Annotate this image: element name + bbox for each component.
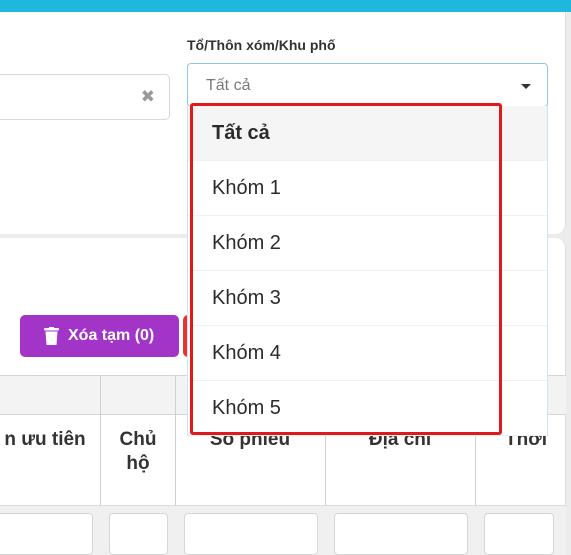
- top-header-bar: [0, 0, 571, 12]
- group-select-dropdown: Tất cả Khóm 1 Khóm 2 Khóm 3 Khóm 4 Khóm …: [187, 106, 548, 436]
- group-select-value: Tất cả: [206, 77, 251, 94]
- dropdown-option-all[interactable]: Tất cả: [188, 106, 547, 161]
- search-input[interactable]: ✖: [0, 74, 170, 120]
- group-select[interactable]: Tất cả: [187, 63, 548, 107]
- trash-icon: [44, 327, 59, 345]
- caret-down-icon: [521, 84, 531, 89]
- delete-temp-button[interactable]: Xóa tạm (0): [20, 315, 179, 357]
- column-filter-input[interactable]: [184, 513, 318, 555]
- page-background-strip: [566, 12, 571, 555]
- dropdown-option-khom-2[interactable]: Khóm 2: [188, 216, 547, 271]
- delete-temp-label: Xóa tạm (0): [68, 327, 155, 344]
- column-filter-input[interactable]: [0, 513, 93, 555]
- dropdown-option-khom-5[interactable]: Khóm 5: [188, 381, 547, 436]
- dropdown-option-khom-1[interactable]: Khóm 1: [188, 161, 547, 216]
- column-header-priority[interactable]: n ưu tiên: [0, 428, 95, 452]
- column-filter-input[interactable]: [334, 513, 468, 555]
- column-header-owner[interactable]: Chủ hộ: [112, 428, 164, 476]
- dropdown-option-khom-3[interactable]: Khóm 3: [188, 271, 547, 326]
- column-filter-input[interactable]: [484, 513, 554, 555]
- dropdown-option-khom-4[interactable]: Khóm 4: [188, 326, 547, 381]
- close-icon[interactable]: ✖: [141, 87, 155, 107]
- group-filter-label: Tổ/Thôn xóm/Khu phố: [187, 37, 336, 53]
- column-filter-input[interactable]: [109, 513, 168, 555]
